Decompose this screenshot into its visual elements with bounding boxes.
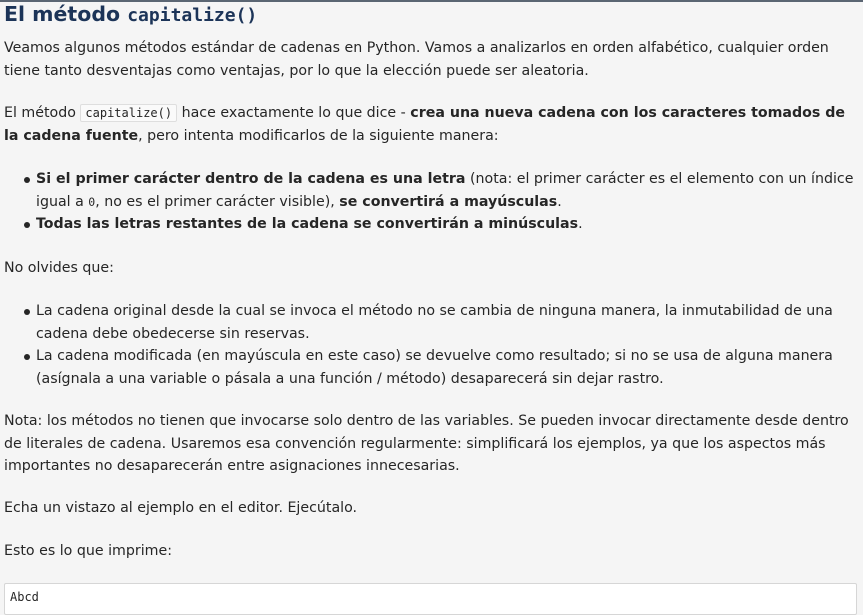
remember-label: No olvides que: [4,260,114,276]
list-item: La cadena original desde la cual se invo… [4,300,860,345]
title-text: El método [4,2,128,26]
rule1-bold2: se convertirá a mayúsculas [339,193,558,210]
list-item: La cadena modificada (en mayúscula en es… [4,345,860,390]
remember-list: La cadena original desde la cual se invo… [4,300,860,390]
editor-hint: Echa un vistazo al ejemplo en el editor.… [4,500,358,516]
method-text-before: El método [4,105,81,121]
lesson-content: El método capitalize() Veamos algunos mé… [4,0,860,559]
title-code: capitalize() [127,5,258,26]
method-text-after: , pero intenta modificarlos de la siguie… [138,127,499,144]
rules-list: Si el primer carácter dentro de la caden… [4,168,860,236]
list-item: Si el primer carácter dentro de la caden… [4,168,860,213]
prints-label: Esto es lo que imprime: [4,543,172,559]
output-box: Abcd [4,583,857,615]
rule2-end: . [578,216,583,232]
note-paragraph: Nota: los métodos no tienen que invocars… [4,413,849,474]
output-text: Abcd [10,590,39,604]
list-item: Todas las letras restantes de la cadena … [4,213,860,236]
method-inline-code: capitalize() [80,104,178,122]
page-title: El método capitalize() [4,0,860,29]
rule1-text2: , no es el primer carácter visible), [95,193,340,210]
rule1-end: . [557,193,562,210]
rule1-bold1: Si el primer carácter dentro de la caden… [36,171,466,187]
intro-paragraph: Veamos algunos métodos estándar de caden… [4,40,829,79]
method-text-middle: hace exactamente lo que dice - [177,105,411,121]
rule2-bold: Todas las letras restantes de la cadena … [36,216,579,232]
method-paragraph: El método capitalize() hace exactamente … [4,102,860,147]
